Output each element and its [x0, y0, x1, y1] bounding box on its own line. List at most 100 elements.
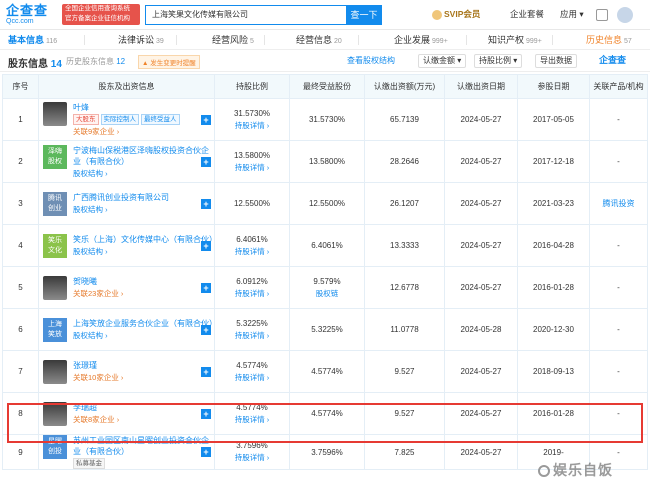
- company-logo[interactable]: 笑乐文化: [43, 233, 67, 258]
- company-logo[interactable]: 腾讯创业: [43, 191, 67, 216]
- amount-cell: 13.3333: [364, 224, 445, 267]
- amount-filter[interactable]: 认缴金额 ▾: [418, 54, 467, 68]
- shareholder-photo[interactable]: [43, 359, 67, 384]
- apps-menu[interactable]: 应用 ▾: [560, 8, 584, 20]
- shareholder-photo[interactable]: [43, 401, 67, 426]
- ratio-cell: 4.5774% 持股详情 ›: [214, 392, 290, 435]
- subscribe-date-cell: 2024-05-27: [444, 350, 518, 393]
- holding-detail-link[interactable]: 持股详情 ›: [215, 288, 289, 299]
- expand-plus-icon[interactable]: +: [201, 324, 211, 335]
- company-logo[interactable]: 上海笑放: [43, 317, 67, 342]
- table-row: 5 贺晓曦 关联23家企业 › +6.0912% 持股详情 › 9.579% 股权链 12.6…: [2, 266, 648, 309]
- shareholder-name[interactable]: 广西腾讯创业投资有限公司: [73, 192, 169, 203]
- join-date-cell: 2016-04-28: [517, 224, 590, 267]
- final-benefit-cell: 3.7596%: [289, 434, 365, 470]
- shareholder-name[interactable]: 叶烽: [73, 102, 182, 113]
- credit-badge: 全国企业信用查询系统 官方备案企业征信机构: [62, 4, 140, 25]
- subscribe-date-cell: 2024-05-28: [444, 308, 518, 351]
- row-number: 2: [2, 140, 39, 183]
- expand-plus-icon[interactable]: +: [201, 366, 211, 377]
- product-cell: -: [589, 308, 648, 351]
- shareholder-name[interactable]: 苏州工业园区南山星曜创业投资合伙企业（有限合伙）: [73, 435, 214, 457]
- svip-link[interactable]: SVIP会员: [432, 8, 480, 20]
- table-header: 序号 股东及出资信息 持股比例 最终受益股份 认缴出资额(万元) 认缴出资日期 …: [2, 74, 648, 99]
- shareholder-cell: 上海笑放 上海笑放企业服务合伙企业（有限合伙） 股权结构 › +: [38, 308, 217, 351]
- related-link[interactable]: 股权结构 ›: [73, 204, 169, 215]
- related-link[interactable]: 关联10家企业 ›: [73, 372, 123, 383]
- ratio-filter[interactable]: 持股比例 ▾: [474, 54, 523, 68]
- expand-plus-icon[interactable]: +: [201, 447, 211, 457]
- holding-detail-link[interactable]: 持股详情 ›: [215, 452, 289, 463]
- shareholder-table: 序号 股东及出资信息 持股比例 最终受益股份 认缴出资额(万元) 认缴出资日期 …: [2, 74, 648, 470]
- tab-history[interactable]: 历史信息 57: [586, 33, 632, 46]
- expand-plus-icon[interactable]: +: [201, 282, 211, 293]
- final-benefit-cell: 9.579% 股权链: [289, 266, 365, 309]
- holding-detail-link[interactable]: 持股详情 ›: [215, 414, 289, 425]
- company-logo[interactable]: 星曜创投: [43, 435, 67, 459]
- product-cell: -: [589, 224, 648, 267]
- shareholder-tag: 私募基金: [73, 458, 105, 469]
- holding-detail-link[interactable]: 持股详情 ›: [215, 372, 289, 383]
- change-alert-button[interactable]: ▲ 发生变更时提醒: [138, 55, 200, 69]
- message-icon[interactable]: [596, 9, 608, 21]
- logo-subtext: Qcc.com: [6, 18, 34, 25]
- tab-development[interactable]: 企业发展 999+: [394, 33, 448, 46]
- table-row: 1 叶烽 大股东 实际控制人 最终受益人 关联9家企业 › +31.5730% 持股详情 › 3…: [2, 98, 648, 141]
- ratio-cell: 13.5800% 持股详情 ›: [214, 140, 290, 183]
- related-link[interactable]: 股权结构 ›: [73, 246, 214, 257]
- qcc-logo[interactable]: 企查查 Qcc.com: [6, 3, 58, 27]
- tab-legal[interactable]: 法律诉讼 39: [118, 33, 164, 46]
- subscribe-date-cell: 2024-05-27: [444, 224, 518, 267]
- tab-risk[interactable]: 经营风险 5: [212, 33, 254, 46]
- shareholder-tag: 最终受益人: [141, 114, 180, 125]
- tab-operation[interactable]: 经营信息 20: [296, 33, 342, 46]
- shareholder-name[interactable]: 贺晓曦: [73, 276, 123, 287]
- search-button[interactable]: 查一下: [346, 5, 382, 25]
- shareholder-name[interactable]: 宁波梅山保税港区泽嗨股权投资合伙企业（有限合伙）: [73, 145, 214, 167]
- amount-cell: 26.1207: [364, 182, 445, 225]
- tab-ip[interactable]: 知识产权 999+: [488, 33, 542, 46]
- expand-plus-icon[interactable]: +: [201, 408, 211, 419]
- shareholder-photo[interactable]: [43, 102, 67, 126]
- shareholder-name[interactable]: 笑乐（上海）文化传媒中心（有限合伙）: [73, 234, 217, 245]
- shareholder-name[interactable]: 张璟瑾: [73, 360, 123, 371]
- logo-text: 企查查: [6, 3, 49, 18]
- join-date-cell: 2018-09-13: [517, 350, 590, 393]
- export-button[interactable]: 导出数据: [535, 54, 577, 68]
- product-cell[interactable]: 腾讯投资: [589, 182, 648, 225]
- expand-plus-icon[interactable]: +: [201, 114, 211, 125]
- section-title: 股东信息 14: [8, 59, 62, 70]
- equity-chain-link[interactable]: 股权链: [290, 288, 364, 299]
- expand-plus-icon[interactable]: +: [201, 156, 211, 167]
- user-avatar[interactable]: [617, 7, 633, 23]
- ratio-cell: 12.5500%: [214, 182, 290, 225]
- tab-basic-info[interactable]: 基本信息 116: [8, 33, 57, 46]
- shareholder-photo[interactable]: [43, 275, 67, 300]
- subscribe-date-cell: 2024-05-27: [444, 392, 518, 435]
- related-link[interactable]: 股权结构 ›: [73, 168, 214, 179]
- related-link[interactable]: 关联9家企业 ›: [73, 126, 182, 137]
- history-shareholders-link[interactable]: 历史股东信息 12: [66, 56, 125, 67]
- related-link[interactable]: 股权结构 ›: [73, 330, 214, 341]
- final-benefit-cell: 5.3225%: [289, 308, 365, 351]
- holding-detail-link[interactable]: 持股详情 ›: [215, 120, 289, 131]
- amount-cell: 7.825: [364, 434, 445, 470]
- top-bar: 企查查 Qcc.com 全国企业信用查询系统 官方备案企业征信机构 上海笑果文化…: [0, 0, 650, 30]
- related-link[interactable]: 关联23家企业 ›: [73, 288, 123, 299]
- holding-detail-link[interactable]: 持股详情 ›: [215, 330, 289, 341]
- enterprise-link[interactable]: 企业套餐: [510, 8, 544, 20]
- related-link[interactable]: 关联8家企业 ›: [73, 414, 119, 425]
- shareholder-tag: 大股东: [73, 114, 99, 125]
- company-logo[interactable]: 泽嗨股权: [43, 144, 67, 169]
- shareholder-name[interactable]: 李瑞超: [73, 402, 119, 413]
- holding-detail-link[interactable]: 持股详情 ›: [215, 162, 289, 173]
- expand-plus-icon[interactable]: +: [201, 240, 211, 251]
- expand-plus-icon[interactable]: +: [201, 198, 211, 209]
- holding-detail-link[interactable]: 持股详情 ›: [215, 246, 289, 257]
- view-equity-structure-link[interactable]: 查看股权结构: [347, 55, 395, 66]
- search-input[interactable]: 上海笑果文化传媒有限公司: [145, 5, 346, 25]
- ratio-cell: 6.4061% 持股详情 ›: [214, 224, 290, 267]
- shareholder-name[interactable]: 上海笑放企业服务合伙企业（有限合伙）: [73, 318, 217, 329]
- subscribe-date-cell: 2024-05-27: [444, 182, 518, 225]
- shareholder-toolbar: 股东信息 14 历史股东信息 12 ▲ 发生变更时提醒 查看股权结构 认缴金额 …: [0, 50, 650, 72]
